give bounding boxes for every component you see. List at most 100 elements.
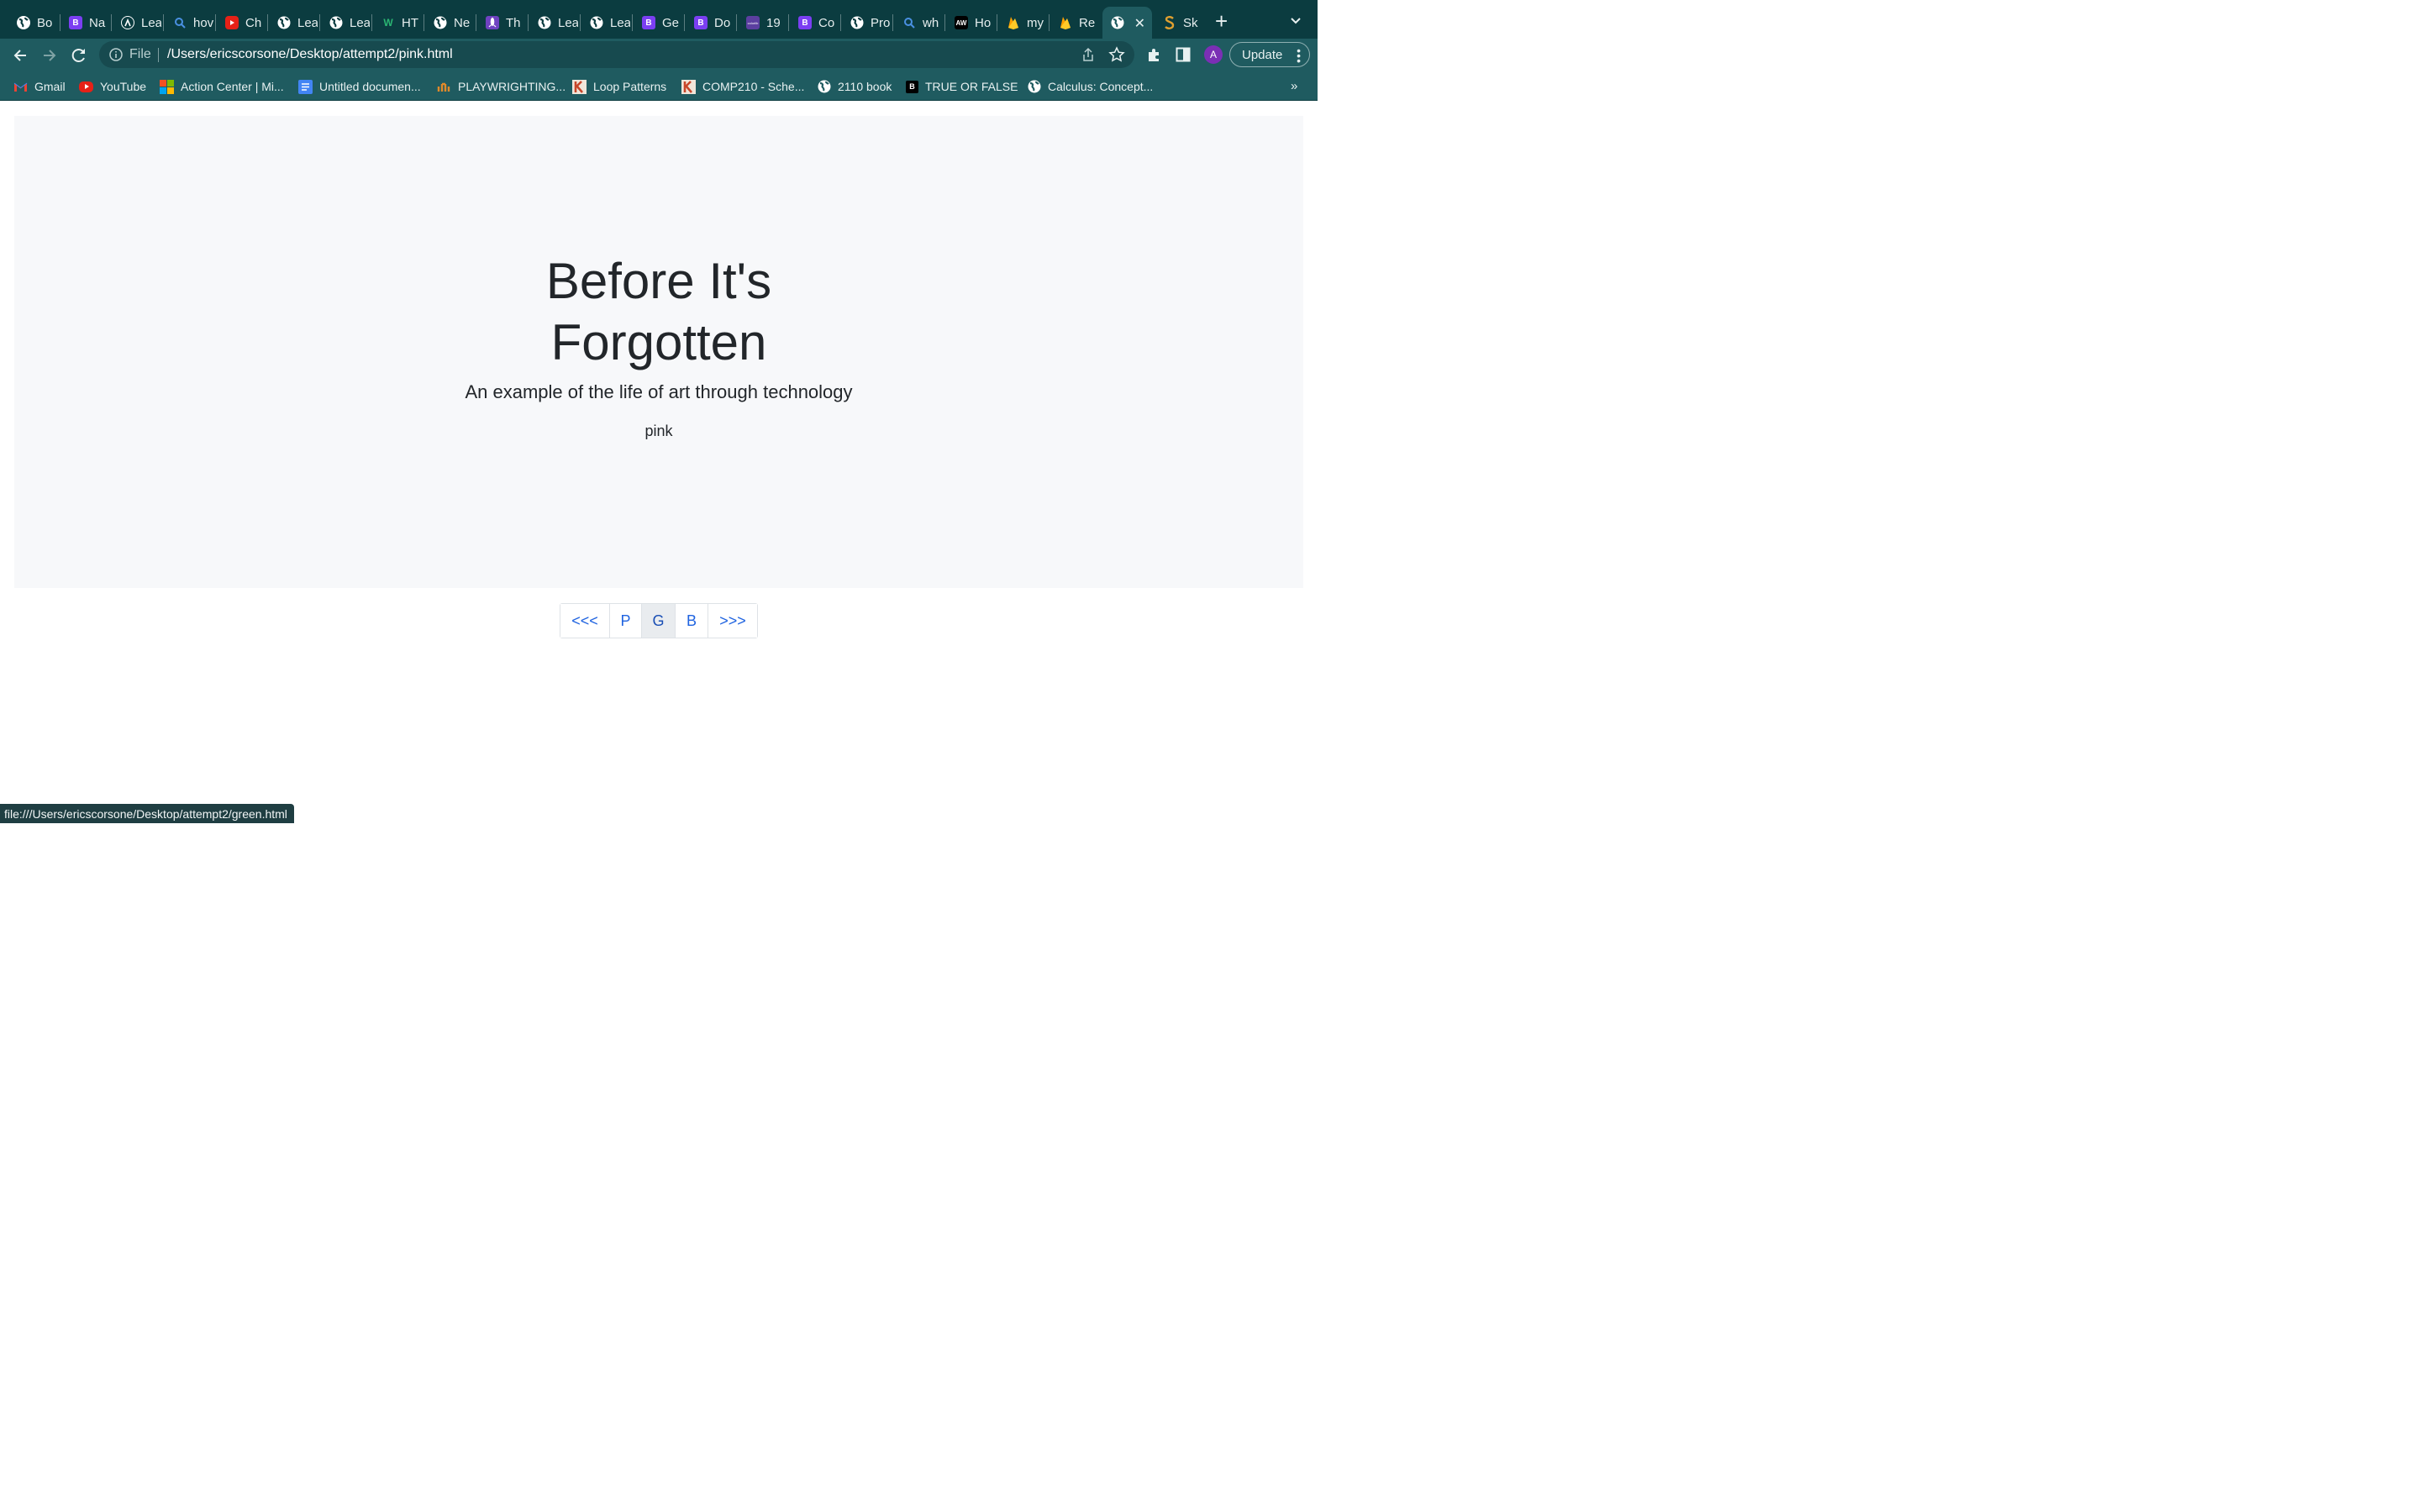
tab-16[interactable]: Pro [842,7,891,39]
globe-icon [277,16,291,29]
tab-5[interactable]: Lea [269,7,318,39]
share-icon[interactable] [1081,47,1096,62]
back-arrow-icon[interactable] [11,46,29,65]
youtube-icon [79,81,93,92]
youtube-icon [225,16,239,29]
bookmark-gmail[interactable]: Gmail [13,78,66,95]
b-logo-icon: B [906,80,918,93]
globe-icon [329,16,343,29]
colorlib-icon: colorlib [746,16,760,29]
tab-2[interactable]: Lea [113,7,161,39]
bookmarks-overflow-icon[interactable]: » [1291,79,1297,93]
url-text[interactable]: /Users/ericscorsone/Desktop/attempt2/pin… [167,47,453,62]
page-b-link[interactable]: B [676,604,708,638]
tab-6[interactable]: Lea [321,7,370,39]
tab-15[interactable]: B Co [790,7,839,39]
firebase-icon [1007,16,1020,29]
update-label: Update [1242,47,1283,62]
tab-separator [788,14,789,31]
tab-separator [944,14,945,31]
tab-14[interactable]: colorlib 19 [738,7,786,39]
tab-separator [684,14,685,31]
tab-9[interactable]: Th [477,7,526,39]
bookmark-untitled-document[interactable]: Untitled documen... [298,78,421,95]
tab-17[interactable]: wh [894,7,943,39]
tab-active[interactable]: ✕ [1102,7,1152,39]
bookmark-playwrighting[interactable]: PLAYWRIGHTING... [437,78,566,95]
side-panel-icon[interactable] [1176,47,1191,62]
page-prev-link[interactable]: <<< [560,604,610,638]
tab-separator [632,14,633,31]
tab-3[interactable]: hov [165,7,213,39]
address-bar[interactable]: File /Users/ericscorsone/Desktop/attempt… [99,41,1134,68]
firebase-icon [1059,16,1072,29]
close-icon[interactable]: ✕ [1134,15,1145,32]
page-subtitle: An example of the life of art through te… [465,381,853,402]
bookmark-calculus[interactable]: Calculus: Concept... [1027,78,1153,95]
gmail-icon [13,80,28,94]
tab-separator [580,14,581,31]
extensions-puzzle-icon[interactable] [1146,46,1163,63]
tab-separator [267,14,268,31]
tab-22[interactable]: Sk [1155,7,1203,39]
update-button[interactable]: Update • • • [1229,42,1310,67]
bookmarks-bar: Gmail YouTube Action Center | Mi... Unti… [0,72,1318,101]
globe-icon [434,16,447,29]
globe-icon [590,16,603,29]
search-icon [173,16,187,29]
page-next-link[interactable]: >>> [708,604,757,638]
tab-12[interactable]: B Ge [634,7,682,39]
forward-arrow-icon[interactable] [40,46,59,65]
tab-separator [892,14,893,31]
tab-separator [163,14,164,31]
tab-strip: Bo B Na Lea hov Ch Lea Lea W HT Ne Th Le… [0,0,1318,39]
tab-13[interactable]: B Do [686,7,734,39]
tab-11[interactable]: Lea [581,7,630,39]
search-icon [902,16,916,29]
bookmark-2110-book[interactable]: 2110 book [817,78,892,95]
tab-20[interactable]: Re [1050,7,1099,39]
k-icon [572,79,587,94]
google-docs-icon [298,79,313,94]
bookmark-star-icon[interactable] [1108,46,1125,63]
tab-7[interactable]: W HT [373,7,422,39]
tab-4[interactable]: Ch [217,7,266,39]
page-g-link[interactable]: G [642,604,676,638]
w3-icon: W [383,17,393,29]
tab-separator [528,14,529,31]
k-icon [681,79,696,94]
globe-icon [17,16,30,29]
globe-icon [850,16,864,29]
globe-icon [538,16,551,29]
tab-19[interactable]: my [998,7,1047,39]
aw-icon: AW [955,16,968,29]
info-icon[interactable] [109,48,123,61]
bookmark-comp210[interactable]: COMP210 - Sche... [681,78,804,95]
tab-10[interactable]: Lea [529,7,578,39]
tab-search-chevron-icon[interactable] [1289,13,1302,27]
page-p-link[interactable]: P [610,604,642,638]
rocket-icon [486,16,499,29]
tab-1[interactable]: B Na [60,7,109,39]
profile-avatar[interactable]: A [1204,45,1223,64]
kebab-menu-icon[interactable]: • • • [1297,45,1301,66]
new-tab-plus-icon[interactable]: + [1215,10,1228,32]
browser-toolbar: File /Users/ericscorsone/Desktop/attempt… [0,39,1318,72]
globe-icon [1111,16,1124,29]
tab-8[interactable]: Ne [425,7,474,39]
bookmark-youtube[interactable]: YouTube [79,78,146,95]
tab-separator [1049,14,1050,31]
tab-separator [111,14,112,31]
tab-separator [215,14,216,31]
globe-icon [1027,80,1041,94]
reload-icon[interactable] [70,46,88,65]
tab-separator [371,14,372,31]
bootstrap-icon: B [69,16,82,29]
tab-0[interactable]: Bo [8,7,57,39]
bookmark-loop-patterns[interactable]: Loop Patterns [572,78,666,95]
bootstrap-icon: B [798,16,812,29]
pagination: <<< P G B >>> [560,603,758,638]
bookmark-action-center[interactable]: Action Center | Mi... [160,78,284,95]
tab-18[interactable]: AW Ho [946,7,995,39]
bookmark-true-or-false[interactable]: B TRUE OR FALSE [906,78,1018,95]
